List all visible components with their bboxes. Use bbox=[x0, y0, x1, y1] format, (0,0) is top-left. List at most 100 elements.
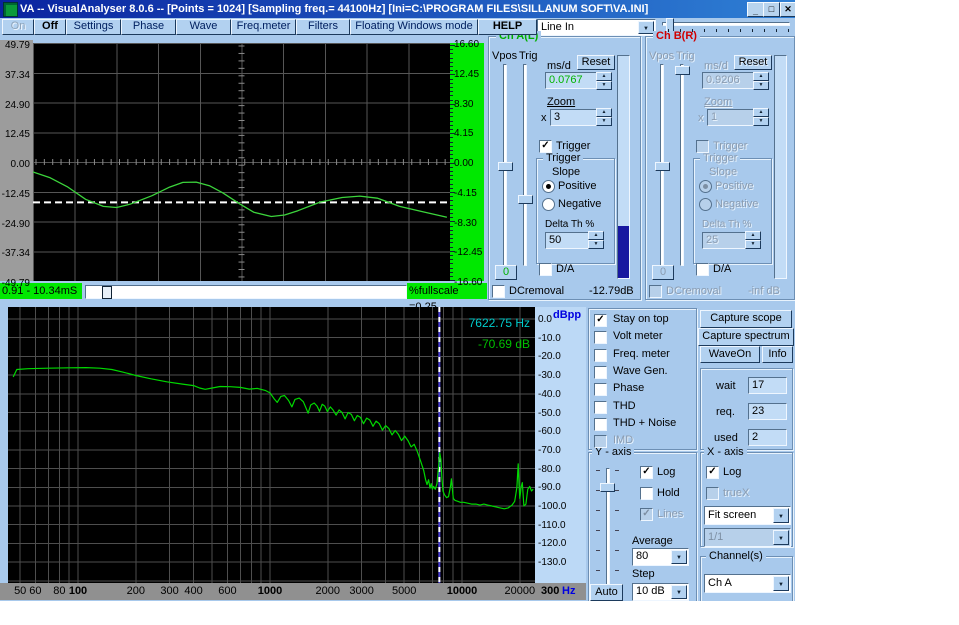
channel-a-msd-label: ms/d bbox=[547, 60, 571, 72]
scope-right-axis-tick bbox=[450, 234, 453, 235]
chevron-down-icon[interactable]: ▼ bbox=[671, 550, 687, 564]
wave-on-button[interactable]: WaveOn bbox=[700, 346, 760, 363]
scope-right-axis-tick bbox=[450, 121, 453, 122]
scope-right-axis-tick bbox=[450, 242, 453, 243]
toolbar-button-freq-meter[interactable]: Freq.meter bbox=[231, 19, 296, 35]
toolbar-button-wave[interactable]: Wave bbox=[176, 19, 231, 35]
option-phase-checkbox[interactable] bbox=[594, 383, 607, 396]
toolbar-button-settings[interactable]: Settings bbox=[66, 19, 121, 35]
scope-scrollbar[interactable] bbox=[85, 285, 407, 299]
spectrum-x-tick-300: 300 bbox=[160, 585, 178, 597]
y-axis-slider-tick bbox=[596, 490, 600, 491]
y-axis-slider-thumb[interactable] bbox=[600, 483, 615, 492]
scope-plot bbox=[33, 43, 450, 281]
y-log-checkbox[interactable] bbox=[640, 466, 653, 479]
option-thd-noise-checkbox[interactable] bbox=[594, 418, 607, 431]
scope-right-axis-tick bbox=[450, 263, 453, 264]
y-hold-checkbox[interactable] bbox=[640, 487, 653, 500]
y-axis-title: Y - axis bbox=[592, 447, 634, 458]
step-select[interactable]: 10 dB ▼ bbox=[632, 583, 689, 601]
option-freq-meter-checkbox[interactable] bbox=[594, 349, 607, 362]
close-button[interactable]: ✕ bbox=[780, 2, 795, 17]
scope-right-axis-tick bbox=[450, 184, 453, 185]
channel-b-slope-label: Slope bbox=[709, 166, 737, 178]
channel-b-vpos-thumb[interactable] bbox=[655, 162, 670, 171]
spin-up-icon: ▲ bbox=[753, 72, 769, 81]
channel-a-zoom-value[interactable]: 3 bbox=[550, 109, 598, 126]
chevron-down-icon[interactable]: ▼ bbox=[671, 585, 687, 599]
minimize-button[interactable]: _ bbox=[747, 2, 764, 17]
y-axis-slider-tick bbox=[596, 510, 600, 511]
channel-a-slope-negative-label: Negative bbox=[558, 198, 601, 210]
scope-waveform-chart bbox=[33, 43, 450, 281]
capture-spectrum-button[interactable]: Capture spectrum bbox=[698, 328, 794, 346]
channel-a-slope-negative-radio[interactable] bbox=[542, 198, 555, 211]
toolbar-button-off[interactable]: Off bbox=[34, 19, 66, 35]
option-stay-on-top-checkbox[interactable] bbox=[594, 314, 607, 327]
scope-right-axis-tick bbox=[450, 230, 453, 231]
input-source-select[interactable]: Line In ▼ bbox=[537, 19, 656, 36]
y-axis-slider-tick bbox=[596, 570, 600, 571]
scope-right-axis-tick bbox=[450, 238, 453, 239]
channel-a-zoom-spinner[interactable]: ▲▼ bbox=[596, 108, 612, 125]
chevron-down-icon[interactable]: ▼ bbox=[773, 508, 789, 523]
spectrum-y-axis-label: -70.0 bbox=[538, 445, 561, 456]
channel-a-msd-spinner[interactable]: ▲▼ bbox=[596, 72, 612, 89]
channel-a-slope-positive-radio[interactable] bbox=[542, 180, 555, 193]
auto-button[interactable]: Auto bbox=[590, 584, 623, 601]
channel-a-dcremoval-checkbox[interactable] bbox=[492, 285, 505, 298]
option-thd-checkbox[interactable] bbox=[594, 401, 607, 414]
fit-screen-select[interactable]: Fit screen ▼ bbox=[704, 506, 791, 525]
channel-a-vpos-thumb[interactable] bbox=[498, 162, 513, 171]
channel-b-da-label: D/A bbox=[713, 263, 731, 275]
channel-a-da-checkbox[interactable] bbox=[539, 263, 552, 276]
scope-right-axis-tick bbox=[450, 150, 453, 151]
maximize-button[interactable]: □ bbox=[763, 2, 780, 17]
scope-left-axis-label: -49.79 bbox=[0, 278, 30, 289]
channel-b-reset-button: Reset bbox=[734, 55, 772, 70]
option-volt-meter-checkbox[interactable] bbox=[594, 331, 607, 344]
channel-a-delta-spinner[interactable]: ▲▼ bbox=[588, 231, 604, 248]
channel-b-trig-slider[interactable] bbox=[680, 64, 684, 266]
scope-right-axis-tick bbox=[450, 125, 453, 126]
channel-a-zero-button[interactable]: 0 bbox=[495, 265, 517, 280]
scope-scrollbar-thumb[interactable] bbox=[102, 286, 112, 299]
channel-a-msd-value[interactable]: 0.0767 bbox=[545, 72, 598, 89]
capture-scope-button[interactable]: Capture scope bbox=[700, 310, 792, 328]
channel-b-zoom-spinner: ▲▼ bbox=[753, 108, 769, 125]
toolbar-button-phase[interactable]: Phase bbox=[121, 19, 176, 35]
scope-right-axis-label: -16.60 bbox=[454, 277, 482, 288]
x-log-checkbox[interactable] bbox=[706, 466, 719, 479]
option-wave-gen-checkbox[interactable] bbox=[594, 366, 607, 379]
spectrum-x-tick-80: 80 bbox=[53, 585, 65, 597]
average-select[interactable]: 80 ▼ bbox=[632, 548, 689, 566]
channel-b-trig-thumb[interactable] bbox=[675, 66, 690, 75]
channel-a-trig-thumb[interactable] bbox=[518, 195, 533, 204]
toolbar-slider-track[interactable] bbox=[662, 22, 790, 26]
spectrum-x-tick-10000: 10000 bbox=[447, 585, 478, 597]
channel-select[interactable]: Ch A ▼ bbox=[704, 574, 791, 593]
channel-b-da-checkbox[interactable] bbox=[696, 263, 709, 276]
channel-a-trig-slider[interactable] bbox=[523, 64, 527, 266]
channel-b-zero-button[interactable]: 0 bbox=[652, 265, 674, 280]
channel-a-reset-button[interactable]: Reset bbox=[577, 55, 615, 70]
chevron-down-icon[interactable]: ▼ bbox=[638, 21, 654, 34]
spectrum-x-tick-400: 400 bbox=[184, 585, 202, 597]
spectrum-y-axis-label: -110.0 bbox=[538, 520, 566, 531]
scope-right-axis-tick bbox=[450, 209, 453, 210]
toolbar-button-floating-windows-mode[interactable]: Floating Windows mode bbox=[350, 19, 478, 35]
spectrum-x-tick-600: 600 bbox=[218, 585, 236, 597]
scope-right-axis-tick bbox=[450, 49, 453, 50]
spin-down-icon: ▼ bbox=[753, 117, 769, 126]
channel-a-delta-value[interactable]: 50 bbox=[545, 232, 590, 249]
spin-up-icon: ▲ bbox=[596, 108, 612, 117]
channel-a-level-meter bbox=[617, 55, 630, 279]
info-button[interactable]: Info bbox=[762, 346, 793, 363]
channel-b-dcremoval-label: DCremoval bbox=[666, 285, 721, 297]
scope-right-axis-tick bbox=[450, 129, 453, 130]
step-value: 10 dB bbox=[636, 585, 665, 597]
spectrum-x-tick-2000: 2000 bbox=[316, 585, 340, 597]
chevron-down-icon[interactable]: ▼ bbox=[773, 576, 789, 591]
toolbar-button-filters[interactable]: Filters bbox=[296, 19, 350, 35]
toolbar-button-help[interactable]: HELP bbox=[478, 19, 537, 35]
